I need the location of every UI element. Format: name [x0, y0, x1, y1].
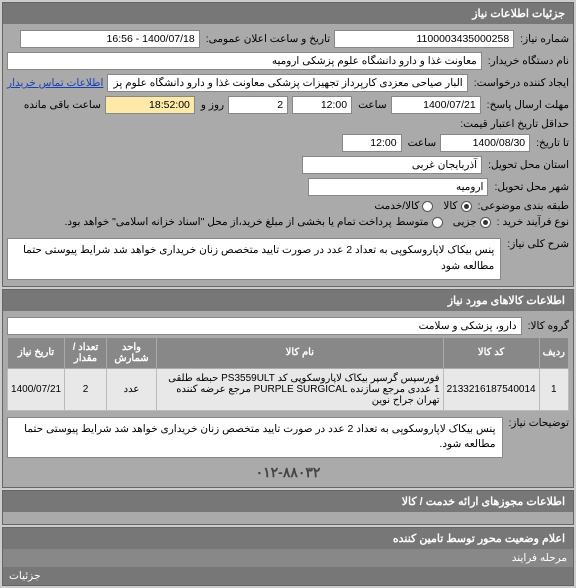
label-need-no: شماره نیاز: — [518, 33, 569, 45]
radio-label-motavaset: متوسط — [396, 216, 429, 228]
row-need-no: شماره نیاز: 1100003435000258 تاریخ و ساع… — [7, 28, 569, 50]
contact-link[interactable]: اطلاعات تماس خریدار — [7, 77, 103, 89]
label-time1: ساعت — [356, 99, 387, 111]
field-requester: البار صیاحی معزدی کارپرداز تجهیزات پزشکی… — [107, 74, 467, 92]
label-credit: حداقل تاریخ اعتبار قیمت: — [458, 118, 569, 130]
row-category: طبقه بندی موضوعی: کالا کالا/خدمت — [7, 198, 569, 214]
field-deadline-date: 1400/07/21 — [391, 96, 481, 114]
field-days-left: 2 — [228, 96, 288, 114]
row-credit: حداقل تاریخ اعتبار قیمت: — [7, 116, 569, 132]
table-header-row: ردیف کد کالا نام کالا واحد شمارش تعداد /… — [8, 337, 569, 368]
cell-unit: عدد — [106, 368, 156, 410]
status-panel-title: اعلام وضعیت محور توسط تامین کننده — [3, 528, 573, 549]
status-footer: جزئیات — [3, 567, 573, 585]
field-need-no: 1100003435000258 — [334, 30, 514, 48]
cell-date: 1400/07/21 — [8, 368, 65, 410]
label-send-deadline: مهلت ارسال پاسخ: — [485, 99, 569, 111]
cell-idx: 1 — [539, 368, 568, 410]
need-info-panel: جزئیات اطلاعات نیاز شماره نیاز: 11000034… — [2, 2, 574, 287]
label-group: گروه کالا: — [526, 320, 569, 332]
category-radios: کالا کالا/خدمت — [374, 200, 471, 212]
row-province: استان محل تحویل: آذربایجان غربی — [7, 154, 569, 176]
goods-panel-body: گروه کالا: دارو، پزشکی و سلامت ردیف کد ک… — [3, 311, 573, 488]
field-need-title: پنس بیکاک لاپاروسکوپی به تعداد 2 عدد در … — [7, 238, 501, 280]
process-radios: جزیی متوسط — [396, 216, 491, 228]
table-row: 1 2133216187540014 فورسپس گرسپر بیکاک لا… — [8, 368, 569, 410]
radio-circle-icon — [461, 201, 472, 212]
row-requester: ایجاد کننده درخواست: البار صیاحی معزدی ک… — [7, 72, 569, 94]
radio-motavaset[interactable]: متوسط — [396, 216, 443, 228]
col-qty: تعداد / مقدار — [65, 337, 107, 368]
status-panel-body: مرحله فرایند جزئیات — [3, 549, 573, 585]
row-city: شهر محل تحویل: ارومیه — [7, 176, 569, 198]
radio-label-kk: کالا/خدمت — [374, 200, 419, 212]
col-name: نام کالا — [157, 337, 444, 368]
label-day-and: روز و — [199, 99, 224, 111]
radio-jozi[interactable]: جزیی — [453, 216, 491, 228]
panel-body: شماره نیاز: 1100003435000258 تاریخ و ساع… — [3, 24, 573, 286]
label-province: استان محل تحویل: — [486, 159, 569, 171]
label-need-notes: توضیحات نیاز: — [507, 417, 570, 429]
status-sub: مرحله فرایند — [3, 549, 573, 567]
label-requester: ایجاد کننده درخواست: — [472, 77, 569, 89]
row-upto: تا تاریخ: 1400/08/30 ساعت 12:00 — [7, 132, 569, 154]
license-panel: اطلاعات مجوزهای ارائه خدمت / کالا — [2, 490, 574, 525]
goods-panel: اطلاعات کالاهای مورد نیاز گروه کالا: دار… — [2, 289, 574, 489]
col-date: تاریخ نیاز — [8, 337, 65, 368]
process-note: پرداخت تمام یا بخشی از مبلغ خرید،از محل … — [7, 216, 392, 228]
field-buyer: معاونت غذا و دارو دانشگاه علوم پزشکی ارو… — [7, 52, 482, 70]
field-upto-time: 12:00 — [342, 134, 402, 152]
row-phone: ۰۱۲-۸۸۰۳۲ — [7, 462, 569, 483]
row-group: گروه کالا: دارو، پزشکی و سلامت — [7, 315, 569, 337]
row-send-deadline: مهلت ارسال پاسخ: 1400/07/21 ساعت 12:00 2… — [7, 94, 569, 116]
cell-code: 2133216187540014 — [443, 368, 539, 410]
goods-table: ردیف کد کالا نام کالا واحد شمارش تعداد /… — [7, 337, 569, 411]
radio-circle-icon — [432, 217, 443, 228]
panel-title: جزئیات اطلاعات نیاز — [3, 3, 573, 24]
label-category: طبقه بندی موضوعی: — [476, 200, 569, 212]
radio-kala[interactable]: کالا — [443, 200, 471, 212]
radio-label-kala: کالا — [443, 200, 457, 212]
label-process: نوع فرآیند خرید : — [495, 216, 569, 228]
field-deadline-time: 12:00 — [292, 96, 352, 114]
goods-panel-title: اطلاعات کالاهای مورد نیاز — [3, 290, 573, 311]
field-need-notes: پنس بیکاک لاپاروسکوپی به تعداد 2 عدد در … — [7, 417, 503, 459]
license-panel-body — [3, 512, 573, 524]
label-time-remaining: ساعت باقی مانده — [22, 99, 101, 111]
col-idx: ردیف — [539, 337, 568, 368]
license-panel-title: اطلاعات مجوزهای ارائه خدمت / کالا — [3, 491, 573, 512]
status-footer-text: جزئیات — [9, 570, 40, 582]
label-need-title: شرح کلی نیاز: — [505, 238, 569, 250]
col-unit: واحد شمارش — [106, 337, 156, 368]
field-announce: 1400/07/18 - 16:56 — [20, 30, 200, 48]
label-buyer: نام دستگاه خریدار: — [486, 55, 569, 67]
cell-qty: 2 — [65, 368, 107, 410]
label-upto: تا تاریخ: — [534, 137, 569, 149]
col-code: کد کالا — [443, 337, 539, 368]
cell-name: فورسپس گرسپر بیکاک لاپاروسکوپی کد PS3559… — [157, 368, 444, 410]
row-buyer: نام دستگاه خریدار: معاونت غذا و دارو دان… — [7, 50, 569, 72]
label-time2: ساعت — [406, 137, 437, 149]
row-need-notes: توضیحات نیاز: پنس بیکاک لاپاروسکوپی به ت… — [7, 415, 569, 461]
radio-circle-icon — [480, 217, 491, 228]
label-announce: تاریخ و ساعت اعلان عمومی: — [204, 33, 330, 45]
phone-text: ۰۱۲-۸۸۰۳۲ — [256, 464, 321, 481]
radio-circle-icon — [422, 201, 433, 212]
field-group: دارو، پزشکی و سلامت — [7, 317, 522, 335]
field-province: آذربایجان غربی — [302, 156, 482, 174]
row-process: نوع فرآیند خرید : جزیی متوسط پرداخت تمام… — [7, 214, 569, 230]
radio-kala-khedmat[interactable]: کالا/خدمت — [374, 200, 433, 212]
field-upto-date: 1400/08/30 — [440, 134, 530, 152]
label-city: شهر محل تحویل: — [492, 181, 569, 193]
row-need-title: شرح کلی نیاز: پنس بیکاک لاپاروسکوپی به ت… — [7, 236, 569, 282]
field-time-left: 18:52:00 — [105, 96, 195, 114]
radio-label-jozi: جزیی — [453, 216, 477, 228]
field-city: ارومیه — [308, 178, 488, 196]
